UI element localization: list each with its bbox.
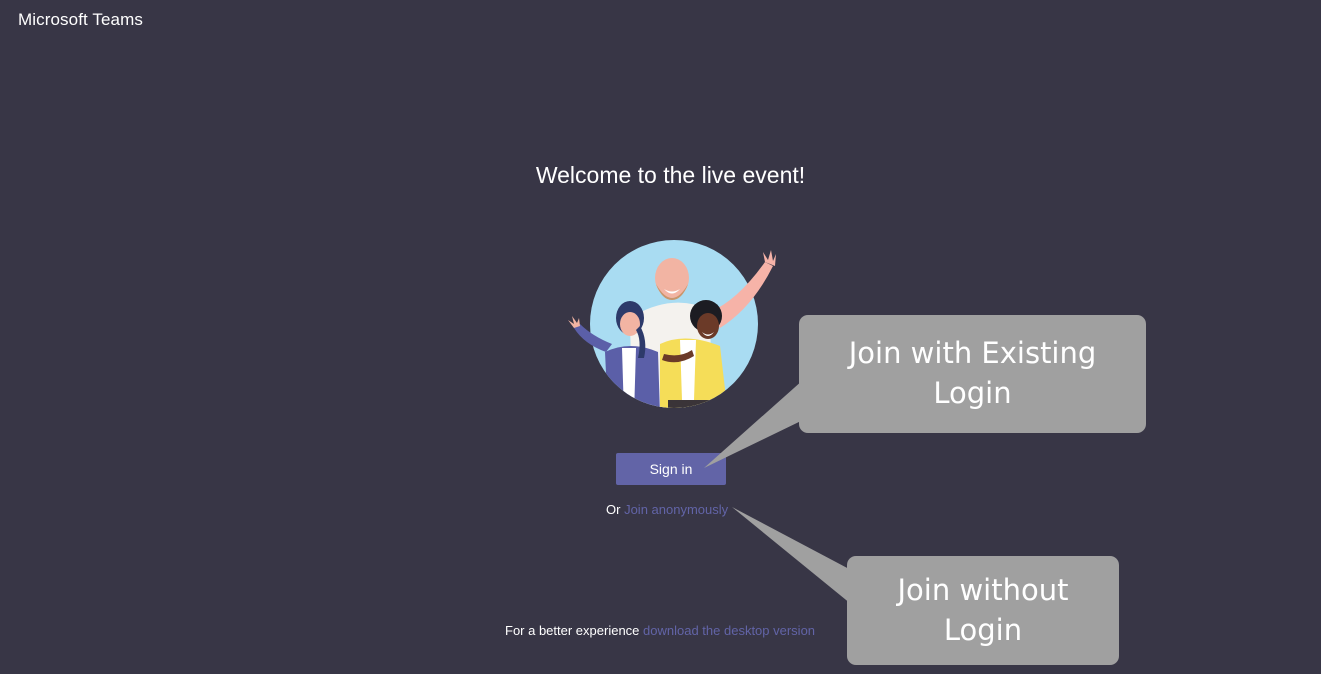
callout-without-line2: Login — [943, 613, 1023, 647]
desktop-version-prefix: For a better experience — [505, 623, 640, 638]
sign-in-button[interactable]: Sign in — [616, 453, 726, 485]
callout-without-line1: Join without — [897, 573, 1069, 607]
desktop-version-row: For a better experience download the des… — [505, 623, 815, 638]
app-title: Microsoft Teams — [18, 10, 143, 29]
callout-without-login: Join without Login — [847, 556, 1119, 665]
callout-existing-line2: Login — [933, 376, 1012, 410]
join-anonymously-link[interactable]: Join anonymously — [624, 502, 728, 517]
callout-pointer-without — [732, 507, 851, 604]
download-desktop-link[interactable]: download the desktop version — [643, 623, 815, 638]
people-waving-illustration — [568, 240, 776, 408]
teams-live-event-page: Microsoft Teams Welcome to the live even… — [0, 0, 1321, 674]
callout-existing-login: Join with Existing Login — [799, 315, 1146, 433]
callout-existing-line1: Join with Existing — [848, 336, 1097, 370]
join-anonymously-row: Or Join anonymously — [606, 502, 728, 517]
welcome-heading: Welcome to the live event! — [535, 162, 806, 188]
join-anonymously-prefix: Or — [606, 502, 621, 517]
